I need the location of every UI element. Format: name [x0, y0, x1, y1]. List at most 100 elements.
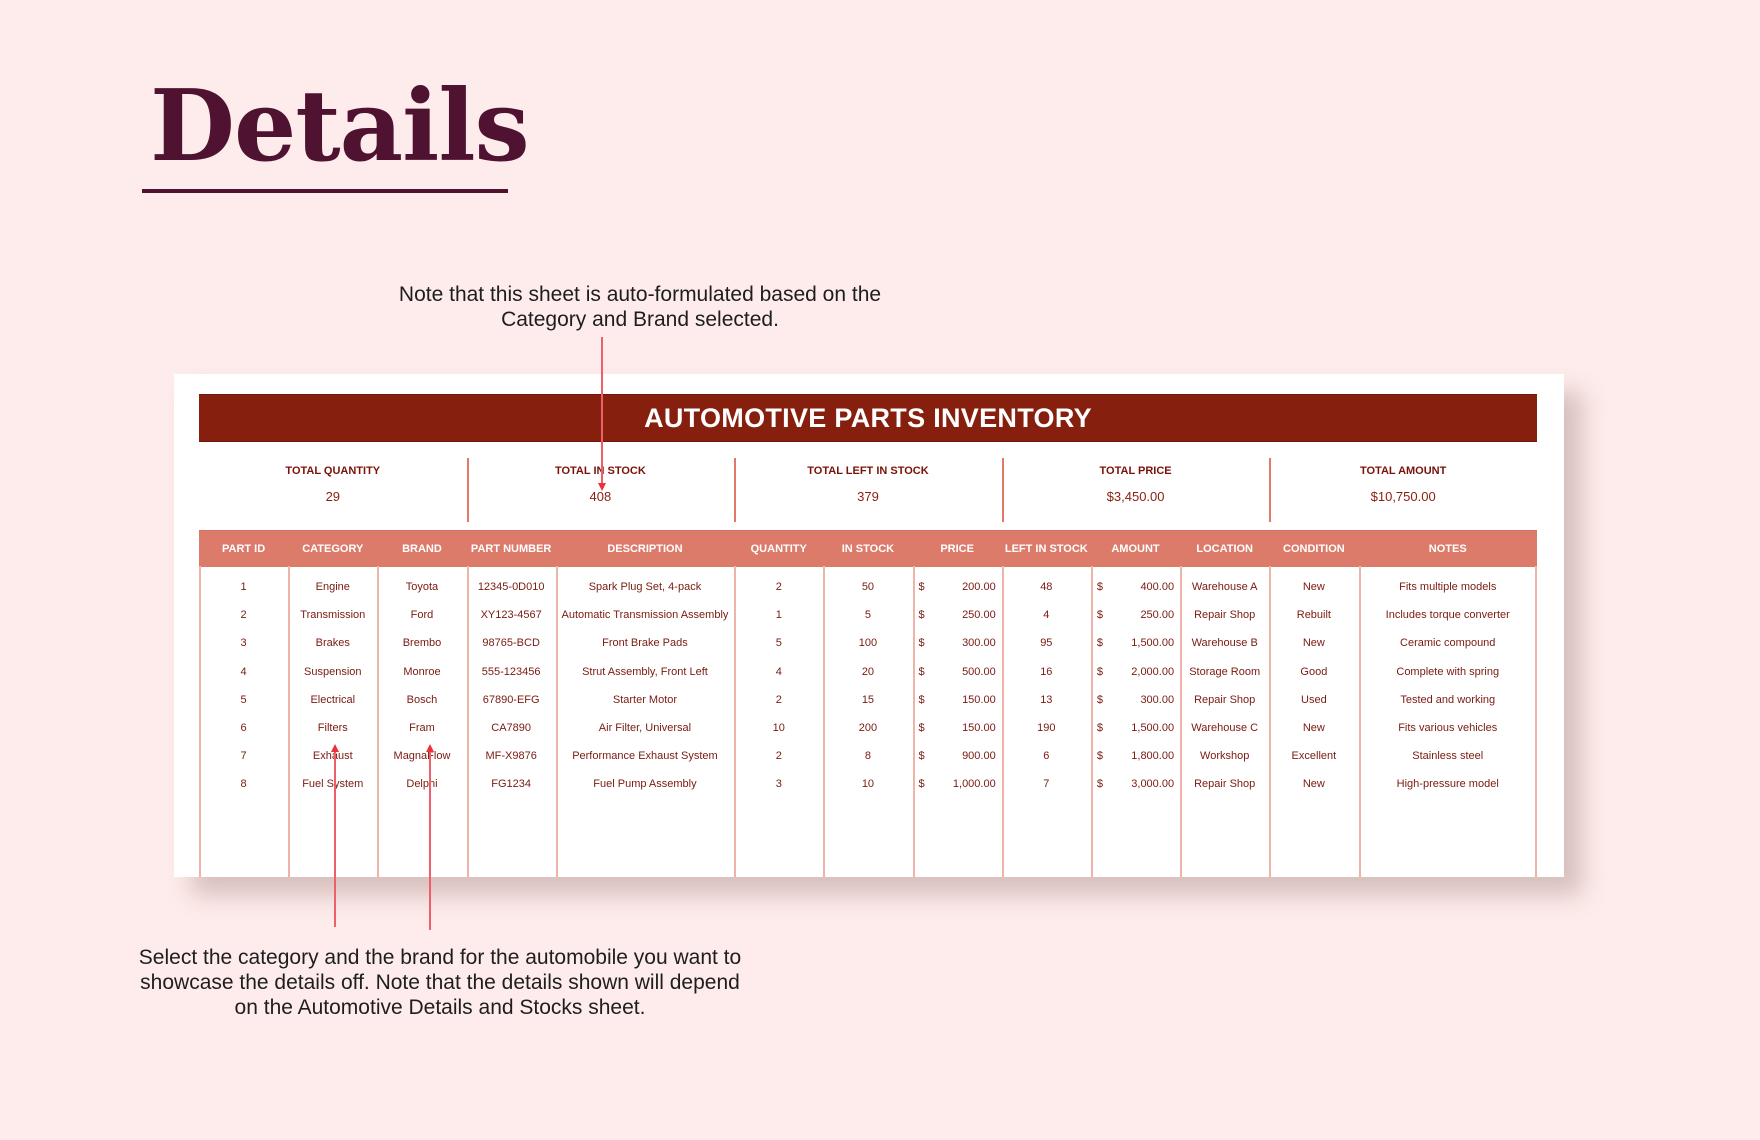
cell-left-in-stock[interactable]: 13	[1002, 686, 1091, 714]
cell-part-id[interactable]: 3	[199, 629, 288, 657]
cell-price[interactable]: $150.00	[913, 714, 1002, 742]
cell-category[interactable]: Fuel System	[288, 770, 377, 798]
cell-location[interactable]: Repair Shop	[1180, 686, 1269, 714]
cell-condition[interactable]: Rebuilt	[1269, 601, 1358, 629]
column-header-description[interactable]: DESCRIPTION	[555, 530, 735, 567]
cell-category[interactable]: Brakes	[288, 629, 377, 657]
cell-description[interactable]: Fuel Pump Assembly	[556, 770, 734, 798]
cell-brand[interactable]: Delphi	[377, 770, 466, 798]
cell-part-number[interactable]: 67890-EFG	[467, 686, 556, 714]
cell-brand[interactable]: Fram	[377, 714, 466, 742]
column-header-category[interactable]: CATEGORY	[288, 530, 378, 567]
cell-condition[interactable]: New	[1269, 770, 1358, 798]
cell-location[interactable]: Workshop	[1180, 742, 1269, 770]
cell-description[interactable]: Spark Plug Set, 4-pack	[556, 567, 734, 601]
cell-description[interactable]: Performance Exhaust System	[556, 742, 734, 770]
cell-category[interactable]: Suspension	[288, 658, 377, 686]
cell-description[interactable]: Front Brake Pads	[556, 629, 734, 657]
cell-condition[interactable]: Used	[1269, 686, 1358, 714]
cell-category[interactable]: Transmission	[288, 601, 377, 629]
column-header-location[interactable]: LOCATION	[1180, 530, 1270, 567]
cell-price[interactable]: $900.00	[913, 742, 1002, 770]
column-header-left-in-stock[interactable]: LEFT IN STOCK	[1001, 530, 1091, 567]
cell-brand[interactable]: MagnaFlow	[377, 742, 466, 770]
cell-location[interactable]: Storage Room	[1180, 658, 1269, 686]
cell-condition[interactable]: New	[1269, 567, 1358, 601]
cell-amount[interactable]: $2,000.00	[1091, 658, 1180, 686]
cell-notes[interactable]: Fits various vehicles	[1358, 714, 1537, 742]
cell-location[interactable]: Warehouse A	[1180, 567, 1269, 601]
cell-category[interactable]: Engine	[288, 567, 377, 601]
cell-quantity[interactable]: 2	[734, 742, 823, 770]
cell-part-number[interactable]: 12345-0D010	[467, 567, 556, 601]
cell-description[interactable]: Strut Assembly, Front Left	[556, 658, 734, 686]
cell-quantity[interactable]: 2	[734, 686, 823, 714]
cell-notes[interactable]: Includes torque converter	[1358, 601, 1537, 629]
cell-condition[interactable]: Good	[1269, 658, 1358, 686]
cell-notes[interactable]: High-pressure model	[1358, 770, 1537, 798]
cell-price[interactable]: $300.00	[913, 629, 1002, 657]
column-header-part-number[interactable]: PART NUMBER	[466, 530, 556, 567]
cell-quantity[interactable]: 2	[734, 567, 823, 601]
cell-part-number[interactable]: 98765-BCD	[467, 629, 556, 657]
column-header-quantity[interactable]: QUANTITY	[734, 530, 824, 567]
cell-part-id[interactable]: 6	[199, 714, 288, 742]
column-header-in-stock[interactable]: IN STOCK	[823, 530, 913, 567]
cell-in-stock[interactable]: 50	[823, 567, 912, 601]
cell-brand[interactable]: Toyota	[377, 567, 466, 601]
cell-quantity[interactable]: 4	[734, 658, 823, 686]
cell-in-stock[interactable]: 5	[823, 601, 912, 629]
cell-brand[interactable]: Brembo	[377, 629, 466, 657]
cell-brand[interactable]: Monroe	[377, 658, 466, 686]
cell-in-stock[interactable]: 20	[823, 658, 912, 686]
cell-part-id[interactable]: 1	[199, 567, 288, 601]
cell-amount[interactable]: $1,500.00	[1091, 714, 1180, 742]
cell-location[interactable]: Warehouse B	[1180, 629, 1269, 657]
cell-part-number[interactable]: MF-X9876	[467, 742, 556, 770]
cell-quantity[interactable]: 1	[734, 601, 823, 629]
cell-price[interactable]: $200.00	[913, 567, 1002, 601]
cell-in-stock[interactable]: 8	[823, 742, 912, 770]
cell-part-id[interactable]: 8	[199, 770, 288, 798]
cell-quantity[interactable]: 3	[734, 770, 823, 798]
cell-part-number[interactable]: 555-123456	[467, 658, 556, 686]
cell-price[interactable]: $250.00	[913, 601, 1002, 629]
column-header-part-id[interactable]: PART ID	[199, 530, 289, 567]
cell-part-number[interactable]: CA7890	[467, 714, 556, 742]
cell-part-id[interactable]: 2	[199, 601, 288, 629]
cell-in-stock[interactable]: 10	[823, 770, 912, 798]
cell-category[interactable]: Electrical	[288, 686, 377, 714]
column-header-brand[interactable]: BRAND	[377, 530, 467, 567]
cell-notes[interactable]: Tested and working	[1358, 686, 1537, 714]
cell-left-in-stock[interactable]: 190	[1002, 714, 1091, 742]
cell-location[interactable]: Repair Shop	[1180, 601, 1269, 629]
column-header-condition[interactable]: CONDITION	[1269, 530, 1359, 567]
cell-amount[interactable]: $1,500.00	[1091, 629, 1180, 657]
cell-condition[interactable]: New	[1269, 714, 1358, 742]
cell-left-in-stock[interactable]: 6	[1002, 742, 1091, 770]
cell-brand[interactable]: Bosch	[377, 686, 466, 714]
cell-price[interactable]: $150.00	[913, 686, 1002, 714]
cell-part-id[interactable]: 5	[199, 686, 288, 714]
cell-notes[interactable]: Complete with spring	[1358, 658, 1537, 686]
cell-description[interactable]: Automatic Transmission Assembly	[556, 601, 734, 629]
cell-amount[interactable]: $400.00	[1091, 567, 1180, 601]
cell-in-stock[interactable]: 100	[823, 629, 912, 657]
cell-amount[interactable]: $300.00	[1091, 686, 1180, 714]
cell-in-stock[interactable]: 200	[823, 714, 912, 742]
cell-amount[interactable]: $1,800.00	[1091, 742, 1180, 770]
cell-brand[interactable]: Ford	[377, 601, 466, 629]
cell-left-in-stock[interactable]: 4	[1002, 601, 1091, 629]
cell-left-in-stock[interactable]: 48	[1002, 567, 1091, 601]
cell-category[interactable]: Filters	[288, 714, 377, 742]
cell-condition[interactable]: Excellent	[1269, 742, 1358, 770]
cell-part-id[interactable]: 4	[199, 658, 288, 686]
column-header-notes[interactable]: NOTES	[1358, 530, 1537, 567]
cell-left-in-stock[interactable]: 7	[1002, 770, 1091, 798]
cell-left-in-stock[interactable]: 16	[1002, 658, 1091, 686]
cell-description[interactable]: Starter Motor	[556, 686, 734, 714]
cell-amount[interactable]: $250.00	[1091, 601, 1180, 629]
cell-amount[interactable]: $3,000.00	[1091, 770, 1180, 798]
cell-description[interactable]: Air Filter, Universal	[556, 714, 734, 742]
cell-left-in-stock[interactable]: 95	[1002, 629, 1091, 657]
